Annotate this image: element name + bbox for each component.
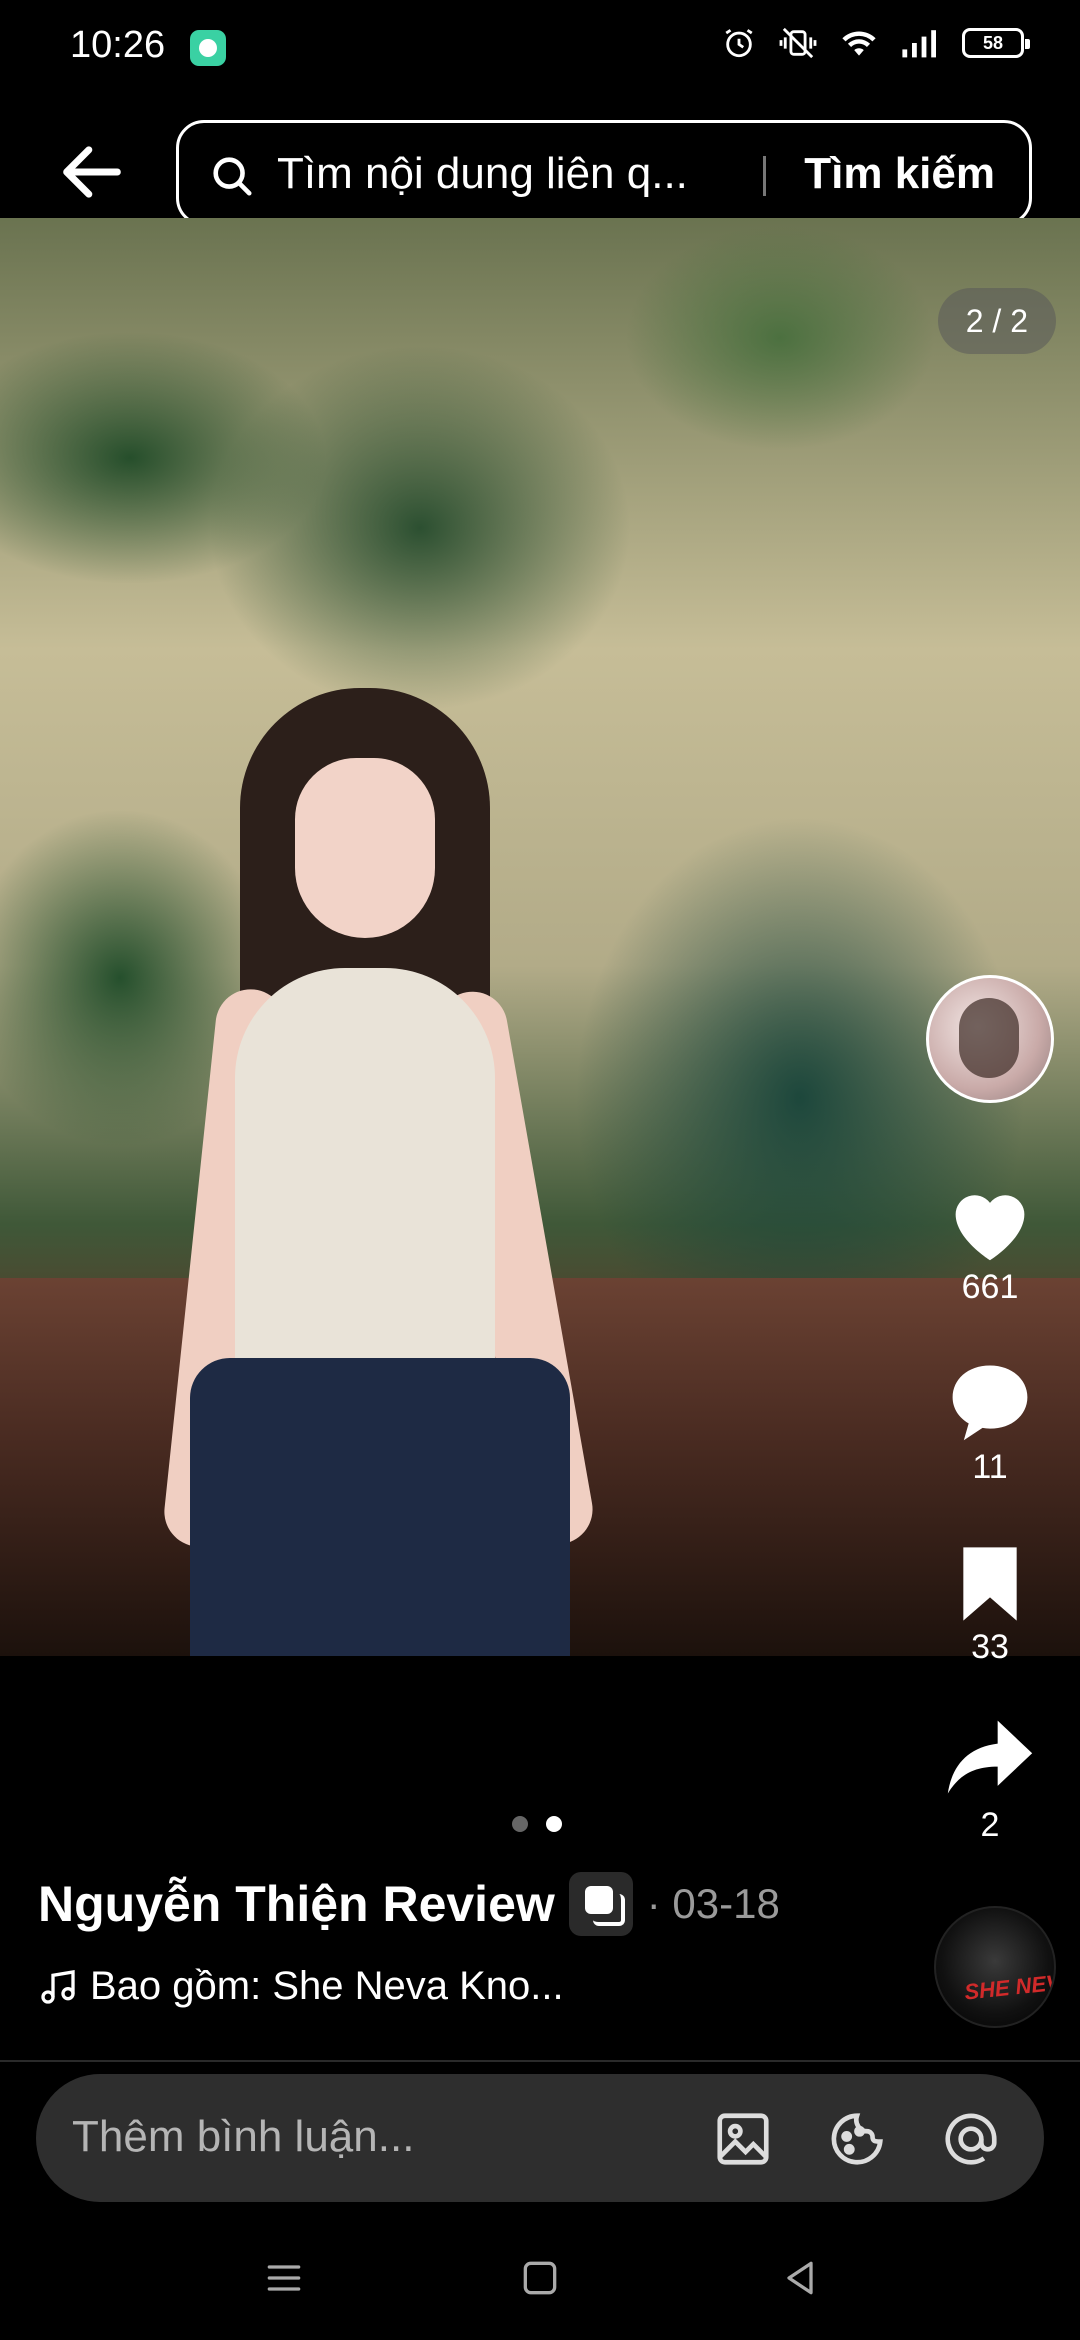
post-caption: Nguyễn Thiện Review · 03-18 Bao gồm: She…: [38, 1872, 780, 2009]
back-button[interactable]: [54, 134, 130, 210]
battery-icon: 58: [962, 28, 1030, 58]
photo-person: [160, 688, 600, 1656]
carousel-dot[interactable]: [512, 1816, 528, 1832]
post-photo[interactable]: 2 / 2: [0, 218, 1080, 1656]
post-date: · 03-18: [646, 1880, 780, 1927]
mention-icon[interactable]: [940, 2108, 1002, 2170]
back-arrow-icon: [63, 146, 121, 198]
signal-icon: [902, 30, 936, 58]
battery-level: 58: [982, 32, 1004, 53]
share-count: 2: [980, 1806, 1000, 1844]
vibrate-icon: [779, 27, 817, 59]
wifi-icon: [842, 31, 876, 56]
comment-bubble-icon: [952, 1365, 1028, 1441]
author-name[interactable]: Nguyễn Thiện Review: [38, 1875, 555, 1933]
music-title: Bao gồm: She Neva Kno...: [90, 1964, 564, 2008]
search-input[interactable]: Tìm nội dung liên q...: [277, 149, 688, 199]
status-bar: 10:26 58: [0, 0, 1080, 96]
header: Tìm nội dung liên q... Tìm kiếm: [0, 96, 1080, 226]
like-button[interactable]: 661: [930, 1180, 1050, 1307]
comment-button[interactable]: 11: [930, 1358, 1050, 1487]
music-note-icon: [41, 1969, 75, 2004]
share-button[interactable]: 2: [930, 1716, 1050, 1845]
menu-icon[interactable]: [262, 2256, 306, 2300]
divider: [0, 2060, 1080, 2062]
search-bar[interactable]: Tìm nội dung liên q... Tìm kiếm: [176, 120, 1032, 226]
home-square-icon[interactable]: [518, 2256, 562, 2300]
multi-image-badge-icon: [568, 1872, 633, 1936]
heart-icon: [955, 1195, 1025, 1261]
comment-bar[interactable]: Thêm bình luận...: [36, 2074, 1044, 2202]
status-icons: 58: [722, 26, 1030, 60]
status-time: 10:26: [70, 24, 166, 66]
music-disc[interactable]: SHE NEVA KNOW: [934, 1906, 1056, 2028]
search-divider: [763, 156, 766, 196]
author-avatar[interactable]: [926, 975, 1054, 1103]
carousel-dot-active[interactable]: [546, 1816, 562, 1832]
alarm-icon: [725, 29, 753, 58]
search-icon: [213, 157, 252, 196]
save-button[interactable]: 33: [930, 1544, 1050, 1667]
back-triangle-icon[interactable]: [778, 2256, 822, 2300]
music-disc-label: SHE NEVA KNOW: [963, 1960, 1056, 2005]
bookmark-icon: [963, 1547, 1017, 1621]
share-arrow-icon: [947, 1720, 1033, 1794]
page-counter: 2 / 2: [937, 288, 1056, 354]
author-row: Nguyễn Thiện Review · 03-18: [38, 1872, 780, 1936]
system-nav-bar: [0, 2216, 1080, 2340]
comment-count: 11: [972, 1448, 1008, 1486]
music-row[interactable]: Bao gồm: She Neva Kno...: [38, 1964, 780, 2009]
comment-input[interactable]: Thêm bình luận...: [72, 2112, 414, 2162]
carousel-dots: [512, 1816, 562, 1832]
save-count: 33: [971, 1628, 1009, 1666]
app-notification-icon: [190, 30, 226, 66]
image-icon[interactable]: [712, 2108, 774, 2170]
sticker-icon[interactable]: [826, 2108, 888, 2170]
like-count: 661: [961, 1268, 1019, 1306]
search-button[interactable]: Tìm kiếm: [804, 149, 995, 199]
